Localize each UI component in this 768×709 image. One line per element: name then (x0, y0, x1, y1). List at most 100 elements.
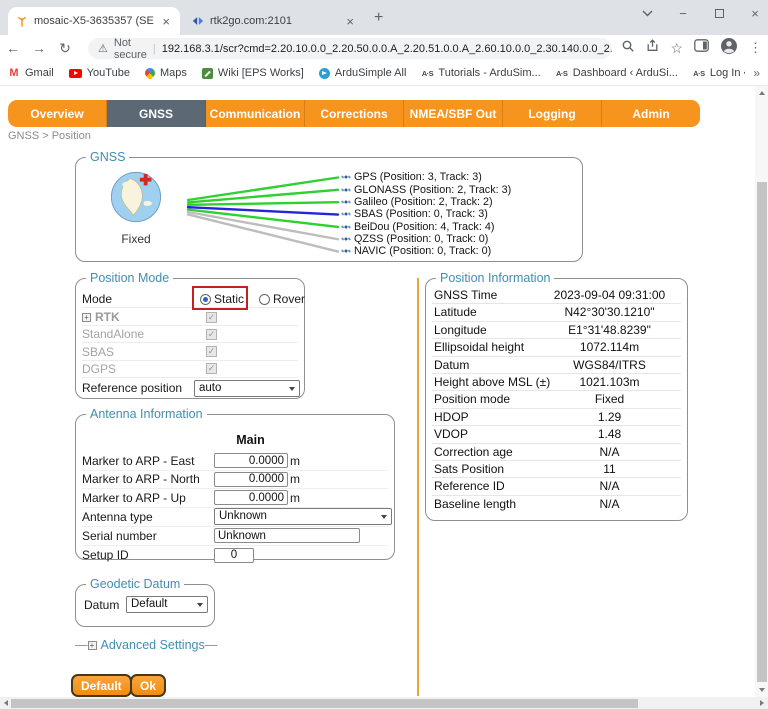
rover-radio[interactable] (259, 294, 270, 305)
nav-tab-nmea-sbf-out[interactable]: NMEA/SBF Out (404, 100, 503, 127)
vertical-scroll-thumb[interactable] (757, 182, 767, 682)
mode-checkbox: ✓ (206, 329, 217, 340)
info-value: WGS84/ITRS (540, 357, 679, 374)
reference-position-select[interactable]: auto (194, 380, 300, 397)
satellite-icon (340, 171, 352, 183)
serial-number-input[interactable] (214, 528, 360, 543)
antenna-type-select[interactable]: Unknown (214, 508, 392, 525)
expand-plus-icon[interactable]: + (88, 641, 97, 650)
address-bar[interactable]: ⚠ Not secure | 192.168.3.1/scr?cmd=2.20.… (88, 38, 612, 59)
info-label: Sats Position (432, 462, 504, 476)
scroll-down-arrow[interactable] (755, 683, 768, 696)
browser-toolbar: ← → ↻ ⚠ Not secure | 192.168.3.1/scr?cmd… (0, 35, 768, 61)
bookmark-gmail[interactable]: M Gmail (8, 67, 54, 79)
browser-tab-rtk2go[interactable]: rtk2go.com:2101 × (184, 7, 364, 35)
mode-check-label: StandAlone (82, 327, 144, 341)
info-value: 11 (540, 461, 679, 478)
info-value: N/A (540, 496, 679, 513)
telegram-icon (319, 68, 330, 79)
reference-position-value: auto (199, 382, 221, 394)
info-label: Baseline length (432, 497, 516, 511)
tab-strip: mosaic-X5-3635357 (SEPT) - Sep × rtk2go.… (0, 0, 768, 35)
satellite-icon (340, 184, 352, 196)
ardusimple-icon: A·S (556, 67, 568, 79)
bookmark-tutorials-ardusim[interactable]: A·S Tutorials - ArduSim... (421, 67, 540, 79)
minimize-button[interactable]: − (676, 6, 690, 20)
info-label: Datum (432, 358, 469, 372)
bookmark-label: ArduSimple All (335, 67, 407, 79)
tab-search-icon[interactable] (640, 6, 654, 20)
expand-plus-icon[interactable]: + (82, 313, 91, 322)
zoom-icon[interactable] (621, 39, 635, 58)
mode-row: Mode Static Rover (82, 291, 298, 308)
nav-tab-logging[interactable]: Logging (503, 100, 602, 127)
close-window-button[interactable]: × (748, 6, 762, 20)
back-icon[interactable]: ← (0, 40, 26, 56)
profile-avatar[interactable] (720, 37, 738, 60)
globe-icon (109, 170, 163, 224)
ardusimple-icon: A·S (693, 67, 705, 79)
setup-id-label: Setup ID (82, 548, 129, 562)
new-tab-button[interactable]: + (374, 9, 383, 27)
marker-to-arp-north-input[interactable] (214, 472, 288, 487)
bookmark-ardusimple-all[interactable]: ArduSimple All (319, 67, 407, 79)
side-panel-icon[interactable] (694, 39, 709, 57)
default-button[interactable]: Default (71, 674, 132, 697)
constellation-label: GPS (Position: 3, Track: 3) (354, 171, 482, 183)
antenna-type-label: Antenna type (82, 510, 153, 524)
scroll-right-arrow[interactable] (756, 697, 768, 709)
horizontal-scroll-thumb[interactable] (11, 699, 638, 708)
nav-tab-corrections[interactable]: Corrections (305, 100, 404, 127)
bookmark-log-in-ardusimple[interactable]: A·S Log In ‹ ArduSimple... (693, 67, 745, 79)
datum-select[interactable]: Default (126, 596, 208, 613)
info-value: 1.29 (540, 409, 679, 426)
setup-id-input[interactable] (214, 548, 254, 563)
setup-id-row: Setup ID (82, 546, 388, 565)
menu-kebab-icon[interactable]: ⋮ (749, 40, 762, 56)
info-label: Reference ID (432, 479, 505, 493)
mode-checkbox: ✓ (206, 312, 217, 323)
forward-icon[interactable]: → (26, 40, 52, 56)
marker-to-arp-east-input[interactable] (214, 453, 288, 468)
bookmarks-overflow-icon[interactable]: » (745, 66, 760, 80)
maximize-button[interactable] (712, 6, 726, 20)
tab-close-icon[interactable]: × (344, 14, 356, 29)
ok-button[interactable]: Ok (130, 674, 166, 697)
constellation-beidou: BeiDou (Position: 4, Track: 4) (340, 220, 511, 232)
bookmark-dashboard-ardusi[interactable]: A·S Dashboard ‹ ArduSi... (556, 67, 678, 79)
browser-tab-mosaic[interactable]: mosaic-X5-3635357 (SEPT) - Sep × (8, 7, 180, 35)
bookmark-maps[interactable]: Maps (145, 67, 187, 79)
datum-label: Datum (84, 598, 119, 612)
arp-unit: m (290, 491, 300, 505)
constellation-label: BeiDou (Position: 4, Track: 4) (354, 221, 494, 233)
reload-icon[interactable]: ↻ (52, 40, 78, 57)
info-row-position-mode: Position mode Fixed (432, 391, 681, 408)
static-radio[interactable] (200, 294, 211, 305)
bookmark-wiki-eps-works[interactable]: Wiki [EPS Works] (202, 67, 304, 79)
bookmark-youtube[interactable]: YouTube (69, 67, 130, 79)
nav-tab-communication[interactable]: Communication (206, 100, 305, 127)
gnss-panel: GNSS Fixed GPS (Position: 3, Track: 3) G… (75, 157, 583, 262)
bookmarks-list: M Gmail YouTube Maps Wiki [EPS Works] Ar… (8, 67, 745, 79)
gmail-icon: M (8, 67, 20, 79)
info-label: HDOP (432, 410, 469, 424)
satellite-icon (340, 221, 352, 233)
breadcrumb: GNSS > Position (8, 130, 91, 142)
info-value: 1021.103m (540, 374, 679, 391)
nav-tab-gnss[interactable]: GNSS (107, 100, 206, 127)
position-info-rows: GNSS Time 2023-09-04 09:31:00 Latitude N… (432, 287, 681, 513)
bookmark-star-icon[interactable]: ☆ (670, 40, 683, 57)
info-row-latitude: Latitude N42°30'30.1210" (432, 304, 681, 321)
nav-tab-admin[interactable]: Admin (602, 100, 700, 127)
tab-close-icon[interactable]: × (160, 14, 172, 29)
info-label: Latitude (432, 305, 477, 319)
info-row-baseline-length: Baseline length N/A (432, 496, 681, 513)
scroll-up-arrow[interactable] (755, 86, 768, 99)
info-row-hdop: HDOP 1.29 (432, 409, 681, 426)
marker-to-arp-up-input[interactable] (214, 490, 288, 505)
nav-tab-overview[interactable]: Overview (8, 100, 107, 127)
share-icon[interactable] (646, 39, 659, 57)
info-label: Longitude (432, 323, 487, 337)
advanced-settings-toggle[interactable]: — + Advanced Settings — (75, 638, 217, 652)
toolbar-icons: ☆ ⋮ (621, 35, 762, 61)
